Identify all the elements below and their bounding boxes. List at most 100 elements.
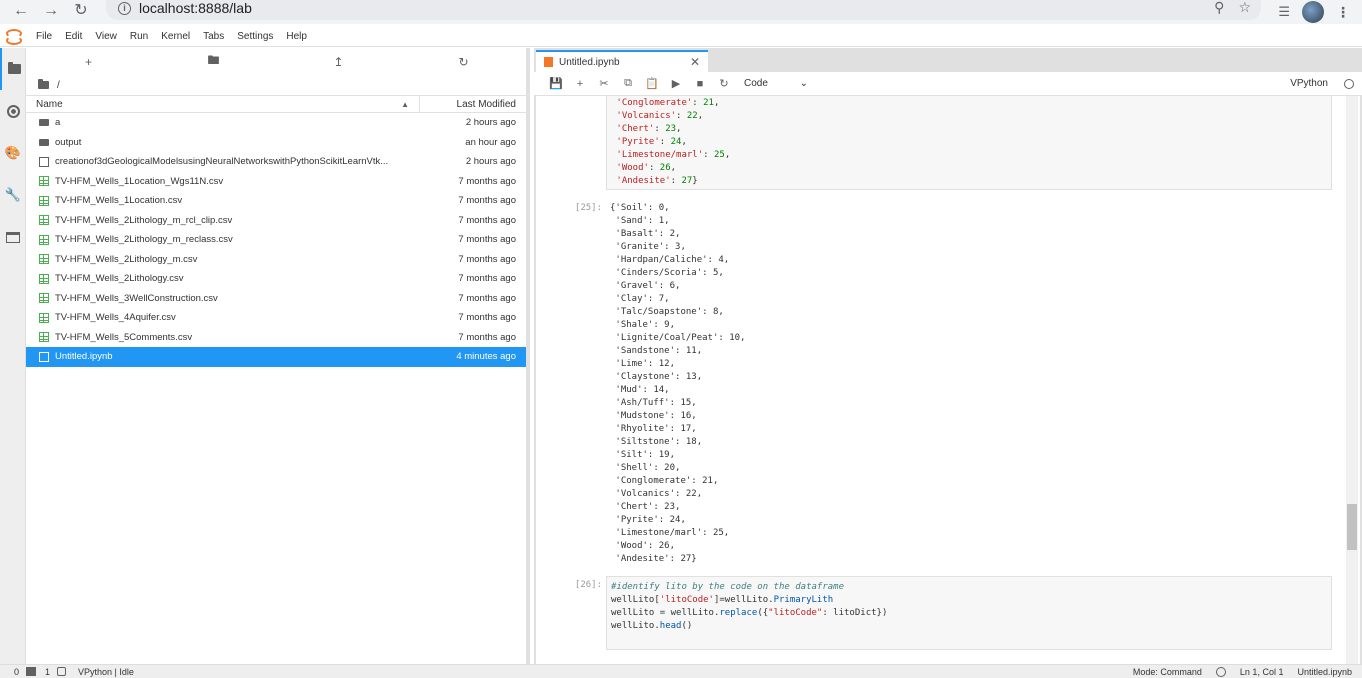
menu-edit[interactable]: Edit <box>65 31 82 42</box>
file-name: TV-HFM_Wells_2Lithology_m.csv <box>55 253 198 265</box>
profile-avatar[interactable] <box>1302 1 1324 23</box>
reload-icon[interactable]: ↻ <box>72 3 90 21</box>
media-queue-icon[interactable]: ☰ <box>1278 4 1290 20</box>
file-row[interactable]: TV-HFM_Wells_3WellConstruction.csv 7 mont… <box>26 289 526 309</box>
breadcrumb-root[interactable]: / <box>57 80 60 91</box>
spreadsheet-icon <box>39 254 49 265</box>
menu-file[interactable]: File <box>36 31 52 42</box>
palette-icon[interactable]: 🎨 <box>0 132 26 174</box>
output-line: 'Sand': 1, <box>610 216 670 226</box>
code-editor[interactable]: #identify lito by the code on the datafr… <box>606 576 1332 650</box>
back-icon[interactable]: ← <box>12 3 30 21</box>
info-icon[interactable]: i <box>118 1 131 15</box>
file-row[interactable]: TV-HFM_Wells_2Lithology_m_rcl_clip.csv 7 … <box>26 211 526 231</box>
output-line: 'Wood': 26, <box>616 163 677 173</box>
cell-type-select[interactable]: Code ⌄ <box>744 78 808 89</box>
zoom-icon[interactable]: ⚲ <box>1214 0 1224 16</box>
file-row[interactable]: TV-HFM_Wells_2Lithology.csv 7 months ago <box>26 269 526 289</box>
chrome-menu-icon[interactable]: ⋮ <box>1336 4 1350 21</box>
stop-icon[interactable]: ■ <box>688 78 712 90</box>
kernel-name[interactable]: VPython <box>1290 78 1328 89</box>
wrench-icon[interactable]: 🔧 <box>0 174 26 216</box>
output-line: 'Pyrite': 24, <box>610 515 686 525</box>
file-row[interactable]: TV-HFM_Wells_5Comments.csv 7 months ago <box>26 328 526 348</box>
bookmark-star-icon[interactable]: ☆ <box>1238 0 1251 16</box>
file-list-header: Name ▲ Last Modified <box>26 95 526 113</box>
copy-icon[interactable]: ⧉ <box>616 77 640 90</box>
notebook-scrollbar[interactable] <box>1346 96 1358 664</box>
tabs-icon[interactable] <box>0 216 26 258</box>
menu-settings[interactable]: Settings <box>237 31 273 42</box>
run-icon[interactable]: ▶ <box>664 77 688 90</box>
file-row[interactable]: Untitled.ipynb 4 minutes ago <box>26 347 526 367</box>
cut-icon[interactable]: ✂ <box>592 77 616 90</box>
file-modified: 7 months ago <box>458 292 516 304</box>
upload-icon[interactable]: ↥ <box>276 55 401 69</box>
file-row[interactable]: TV-HFM_Wells_4Aquifer.csv 7 months ago <box>26 308 526 328</box>
spreadsheet-icon <box>39 293 49 304</box>
paste-icon[interactable]: 📋 <box>640 77 664 90</box>
forward-icon[interactable]: → <box>42 3 60 21</box>
status-terminals-count[interactable]: 0 <box>14 667 19 677</box>
file-row[interactable]: TV-HFM_Wells_2Lithology_m_reclass.csv 7 m… <box>26 230 526 250</box>
file-browser-toolbar: + 🖿 ↥ ↻ <box>26 48 526 75</box>
file-name: output <box>55 136 82 148</box>
menu-tabs[interactable]: Tabs <box>203 31 224 42</box>
menu-help[interactable]: Help <box>286 31 307 42</box>
menu-run[interactable]: Run <box>130 31 148 42</box>
output-line: 'Clay': 7, <box>610 294 670 304</box>
scrollbar-thumb[interactable] <box>1347 504 1357 550</box>
file-row[interactable]: a 2 hours ago <box>26 113 526 133</box>
editor-mode: Mode: Command <box>1132 666 1202 677</box>
restart-icon[interactable]: ↻ <box>712 77 736 90</box>
new-folder-icon[interactable]: 🖿 <box>151 51 276 72</box>
output-line: 'Mudstone': 16, <box>610 411 697 421</box>
notebook-icon <box>544 57 553 67</box>
new-launcher-icon[interactable]: + <box>26 55 151 69</box>
refresh-icon[interactable]: ↻ <box>401 55 526 69</box>
notebook-icon <box>39 351 49 362</box>
spreadsheet-icon <box>39 234 49 245</box>
folder-icon <box>39 119 49 127</box>
running-sessions-icon[interactable] <box>0 90 26 132</box>
insert-cell-icon[interactable]: + <box>568 78 592 90</box>
file-row[interactable]: creationof3dGeologicalModelsusingNeuralN… <box>26 152 526 172</box>
file-modified: 7 months ago <box>458 234 516 246</box>
file-name: TV-HFM_Wells_2Lithology_m_reclass.csv <box>55 234 233 246</box>
file-name: a <box>55 117 61 129</box>
output-line: 'Shale': 9, <box>610 320 676 330</box>
tab-untitled-notebook[interactable]: Untitled.ipynb ✕ <box>536 50 708 72</box>
code-line-3: wellLito = wellLito.replace({"litoCode":… <box>611 608 888 618</box>
output-line: 'Cinders/Scoria': 5, <box>610 268 724 278</box>
file-row[interactable]: TV-HFM_Wells_2Lithology_m.csv 7 months ag… <box>26 250 526 270</box>
output-line: 'Limestone/marl': 25, <box>616 150 731 160</box>
status-kernels-count[interactable]: 1 <box>45 667 50 677</box>
notebook-panel[interactable]: 'Conglomerate': 21, 'Volcanics': 22, 'Ch… <box>536 96 1360 664</box>
close-icon[interactable]: ✕ <box>690 55 700 69</box>
column-header-modified[interactable]: Last Modified <box>420 99 526 110</box>
menu-kernel[interactable]: Kernel <box>161 31 190 42</box>
home-folder-icon[interactable] <box>38 79 49 89</box>
kernel-status[interactable]: VPython | Idle <box>78 667 134 677</box>
output-line: 'Conglomerate': 21, <box>610 476 719 486</box>
trust-icon[interactable] <box>1215 666 1226 677</box>
notebook-toolbar: 💾 + ✂ ⧉ 📋 ▶ ■ ↻ Code ⌄ VPython <box>534 72 1362 96</box>
file-row[interactable]: output an hour ago <box>26 133 526 153</box>
save-icon[interactable]: 💾 <box>544 77 568 90</box>
file-browser-tab-icon[interactable] <box>0 48 26 90</box>
cursor-position[interactable]: Ln 1, Col 1 <box>1240 667 1284 677</box>
file-row[interactable]: TV-HFM_Wells_1Location.csv 7 months ago <box>26 191 526 211</box>
spreadsheet-icon <box>39 312 49 323</box>
spreadsheet-icon <box>39 215 49 226</box>
file-row[interactable]: TV-HFM_Wells_1Location_Wgs11N.csv 7 month… <box>26 172 526 192</box>
address-bar[interactable]: i localhost:8888/lab ⚲ ☆ <box>106 0 1261 20</box>
column-header-name[interactable]: Name ▲ <box>26 96 420 112</box>
left-sidebar: 🎨 🔧 <box>0 48 26 664</box>
code-line-2: wellLito['litoCode']=wellLito.PrimaryLit… <box>611 595 834 605</box>
output-line: 'Andesite': 27} <box>616 176 698 186</box>
menu-view[interactable]: View <box>95 31 117 42</box>
output-text: 'Conglomerate': 21, 'Volcanics': 22, 'Ch… <box>607 97 1331 188</box>
output-line: 'Ash/Tuff': 15, <box>610 398 697 408</box>
chevron-down-icon: ⌄ <box>799 78 808 89</box>
output-line: {'Soil': 0, <box>610 203 670 213</box>
